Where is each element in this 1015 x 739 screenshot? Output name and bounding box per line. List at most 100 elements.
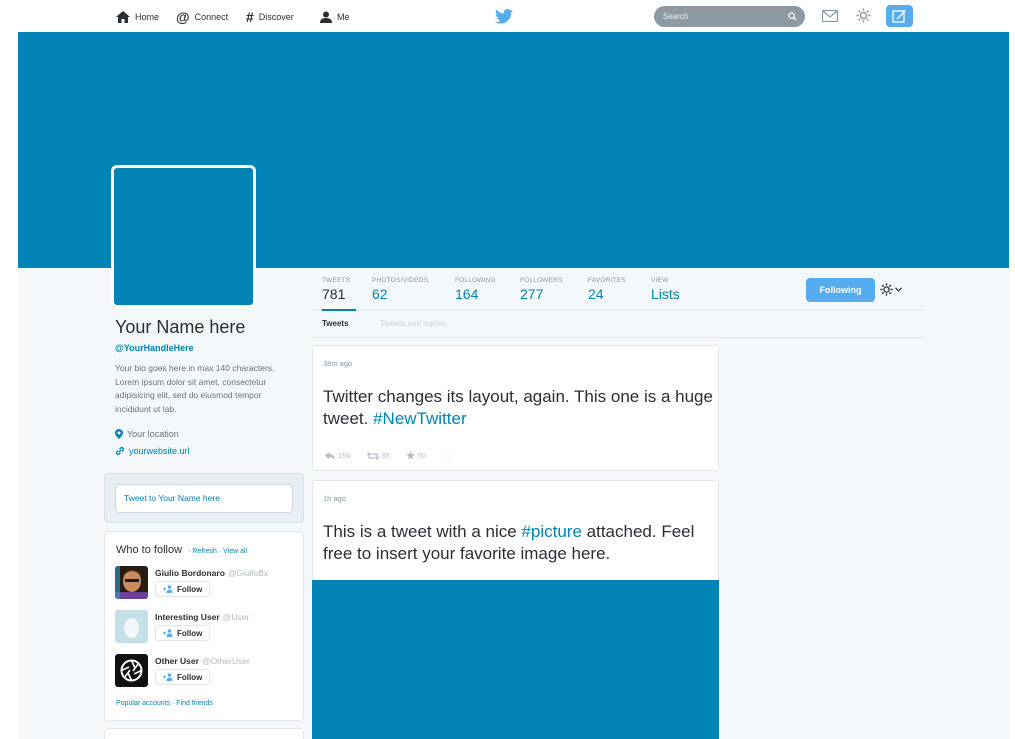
stat-tweets[interactable]: TWEETS 781 bbox=[322, 277, 357, 311]
user-name[interactable]: Giulio Bordonaro @GiulioBx bbox=[155, 568, 268, 578]
compose-icon bbox=[892, 10, 906, 23]
user-display-name[interactable]: Other User bbox=[155, 656, 199, 666]
user-avatar[interactable] bbox=[115, 566, 148, 599]
tweet-hashtag[interactable]: #picture bbox=[521, 522, 581, 541]
search-icon[interactable] bbox=[788, 12, 797, 21]
compose-tweet-button[interactable] bbox=[886, 5, 913, 27]
who-to-follow-title: Who to follow · Refresh · View all bbox=[116, 544, 247, 556]
nav-me-label: Me bbox=[337, 12, 350, 22]
stat-view-lists[interactable]: VIEW Lists bbox=[651, 277, 680, 302]
stat-favorites[interactable]: FAVORITES 24 bbox=[588, 277, 626, 302]
timeline-tabs: Tweets Tweets and replies bbox=[312, 310, 924, 338]
suggested-user: Other User @OtherUser Follow bbox=[115, 654, 300, 690]
stat-value: 164 bbox=[455, 286, 479, 302]
profile-location-text: Your location bbox=[127, 429, 179, 439]
user-actions-dropdown[interactable] bbox=[880, 283, 902, 296]
follow-button[interactable]: Follow bbox=[155, 625, 211, 641]
user-display-name[interactable]: Interesting User bbox=[155, 612, 220, 622]
stat-label: FOLLOWERS bbox=[520, 277, 563, 284]
profile-avatar[interactable] bbox=[111, 165, 256, 308]
nav-discover[interactable]: # Discover bbox=[246, 9, 294, 25]
person-icon bbox=[320, 11, 332, 23]
stat-followers[interactable]: FOLLOWERS 277 bbox=[520, 277, 563, 302]
profile-name: Your Name here bbox=[115, 317, 246, 337]
suggested-user: Interesting User @User Follow bbox=[115, 610, 300, 646]
aperture-logo-icon bbox=[115, 654, 148, 687]
stat-label: FAVORITES bbox=[588, 277, 626, 284]
twitter-bird-icon[interactable] bbox=[495, 9, 513, 24]
tweet-hashtag[interactable]: #NewTwitter bbox=[373, 409, 467, 428]
nav-home[interactable]: Home bbox=[116, 9, 159, 25]
profile-handle[interactable]: @YourHandleHere bbox=[115, 343, 194, 353]
follow-label: Follow bbox=[177, 672, 203, 682]
tweet-to-box: Tweet to Your Name here bbox=[104, 473, 304, 523]
follow-button[interactable]: Follow bbox=[155, 669, 211, 685]
following-button[interactable]: Following bbox=[806, 278, 875, 302]
stat-label: TWEETS bbox=[322, 277, 351, 284]
tweet-to-input[interactable]: Tweet to Your Name here bbox=[115, 484, 293, 513]
search-input[interactable] bbox=[654, 6, 774, 27]
top-nav: Home @ Connect # Discover Me bbox=[0, 0, 1015, 32]
favorite-action[interactable]: 50 bbox=[405, 451, 426, 460]
retweet-action[interactable]: 35 bbox=[366, 451, 390, 460]
who-to-follow-module: Who to follow · Refresh · View all Giuli… bbox=[104, 531, 304, 721]
tweet-card[interactable]: 38m ago Twitter changes its layout, agai… bbox=[312, 345, 719, 471]
follow-button[interactable]: Follow bbox=[155, 581, 211, 597]
profile-bio: Your bio goes here in max 140 characters… bbox=[115, 363, 275, 414]
tweet-actions: 150 35 50 ··· bbox=[325, 451, 450, 460]
egg-avatar-icon bbox=[115, 610, 148, 643]
user-display-name[interactable]: Giulio Bordonaro bbox=[155, 568, 225, 578]
who-to-follow-links[interactable]: · Refresh · View all bbox=[188, 548, 247, 555]
add-user-icon bbox=[163, 629, 173, 637]
at-icon: @ bbox=[176, 9, 190, 25]
user-avatar[interactable] bbox=[115, 654, 148, 687]
hashtag-icon: # bbox=[246, 9, 254, 25]
profile-website-link[interactable]: yourwebsite.url bbox=[129, 446, 190, 456]
chevron-down-icon bbox=[895, 287, 902, 292]
tweet-attached-image[interactable] bbox=[312, 580, 719, 739]
nav-home-label: Home bbox=[135, 12, 160, 22]
suggested-user: Giulio Bordonaro @GiulioBx Follow bbox=[115, 566, 300, 602]
stat-value: 781 bbox=[322, 286, 346, 302]
stat-value: Lists bbox=[651, 286, 680, 302]
trends-module bbox=[104, 728, 304, 739]
follow-label: Follow bbox=[177, 628, 203, 638]
stat-label: FOLLOWING bbox=[455, 277, 496, 284]
user-handle: @User bbox=[222, 612, 250, 622]
user-avatar[interactable] bbox=[115, 610, 148, 643]
nav-connect-label: Connect bbox=[194, 12, 229, 22]
retweet-count: 35 bbox=[381, 451, 390, 460]
tab-tweets[interactable]: Tweets bbox=[322, 319, 349, 328]
follow-label: Follow bbox=[177, 584, 203, 594]
stat-value: 62 bbox=[372, 286, 388, 302]
nav-discover-label: Discover bbox=[258, 12, 294, 22]
tweet-body: This is a tweet with a nice bbox=[323, 522, 517, 541]
who-to-follow-heading: Who to follow bbox=[116, 544, 183, 556]
tweet-timestamp[interactable]: 38m ago bbox=[323, 359, 352, 368]
settings-gear-icon[interactable] bbox=[856, 8, 871, 23]
nav-connect[interactable]: @ Connect bbox=[176, 9, 228, 25]
stat-following[interactable]: FOLLOWING 164 bbox=[455, 277, 496, 302]
tweet-timestamp[interactable]: 1h ago bbox=[323, 494, 346, 503]
reply-icon bbox=[325, 451, 335, 460]
tweet-text: This is a tweet with a nice #picture att… bbox=[323, 521, 713, 565]
messages-icon[interactable] bbox=[822, 10, 838, 22]
user-handle: @GiulioBx bbox=[227, 568, 269, 578]
who-to-follow-footer[interactable]: Popular accounts · Find friends bbox=[116, 700, 213, 707]
profile-website[interactable]: yourwebsite.url bbox=[115, 446, 190, 456]
tab-tweets-and-replies[interactable]: Tweets and replies bbox=[380, 319, 447, 328]
user-name[interactable]: Interesting User @User bbox=[155, 612, 249, 622]
portrait-avatar-icon bbox=[115, 566, 148, 599]
more-options[interactable]: ··· bbox=[442, 451, 450, 460]
reply-count: 150 bbox=[338, 451, 351, 460]
add-user-icon bbox=[163, 673, 173, 681]
search-box[interactable] bbox=[654, 6, 805, 27]
star-icon bbox=[405, 451, 415, 460]
link-icon bbox=[115, 446, 125, 456]
profile-location: Your location bbox=[115, 429, 179, 439]
reply-action[interactable]: 150 bbox=[325, 451, 351, 460]
user-name[interactable]: Other User @OtherUser bbox=[155, 656, 250, 666]
nav-me[interactable]: Me bbox=[320, 9, 350, 25]
location-pin-icon bbox=[115, 429, 123, 439]
stat-photos-videos[interactable]: PHOTOS/VIDEOS 62 bbox=[372, 277, 428, 302]
